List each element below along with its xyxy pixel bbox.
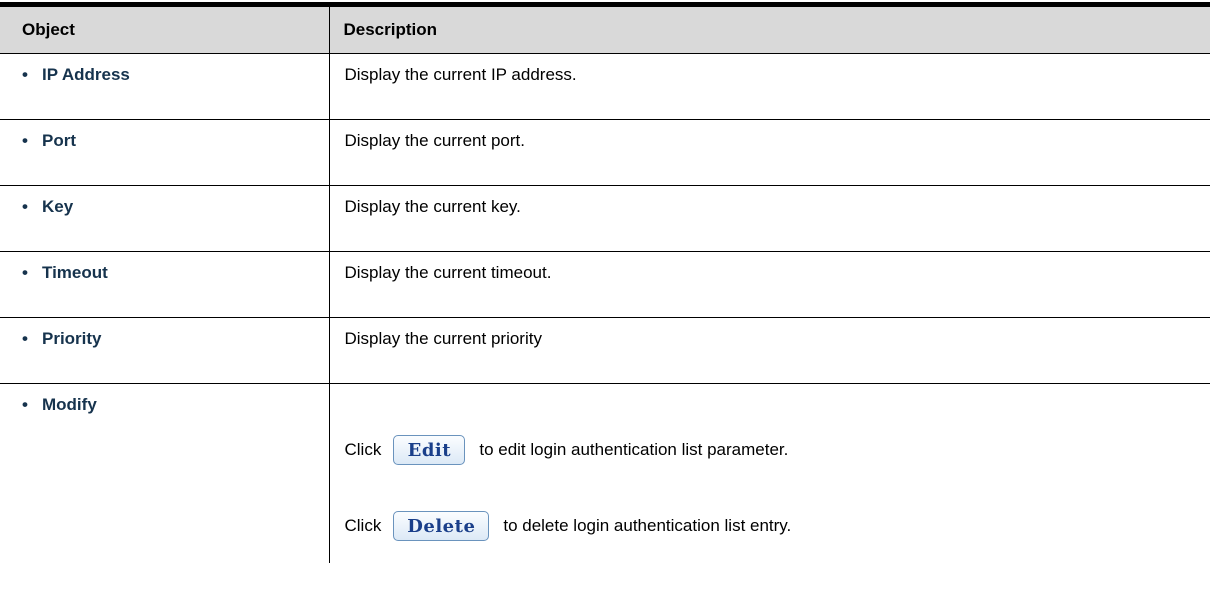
description-cell: Click Edit to edit login authentication … bbox=[328, 383, 1210, 563]
table-row: • Port Display the current port. bbox=[0, 119, 1210, 186]
description-cell: Display the current key. bbox=[328, 185, 1210, 252]
object-label: Key bbox=[42, 197, 74, 216]
description-cell: Display the current IP address. bbox=[328, 53, 1210, 120]
table-row: • Priority Display the current priority bbox=[0, 317, 1210, 384]
table-row-modify: • Modify Click Edit to edit login authent… bbox=[0, 383, 1210, 564]
delete-instruction: Click Delete to delete login authenticat… bbox=[345, 508, 1210, 544]
object-cell: • Key bbox=[0, 185, 329, 252]
header-description: Description bbox=[328, 7, 1210, 54]
bullet-icon: • bbox=[22, 197, 28, 216]
object-label: Timeout bbox=[42, 263, 108, 282]
object-cell: • Priority bbox=[0, 317, 329, 384]
table-row: • Timeout Display the current timeout. bbox=[0, 251, 1210, 318]
object-description-table: Object Description • IP Address Display t… bbox=[0, 7, 1210, 563]
object-cell: • Timeout bbox=[0, 251, 329, 318]
edit-instruction: Click Edit to edit login authentication … bbox=[345, 432, 1210, 468]
bullet-icon: • bbox=[22, 329, 28, 348]
object-label: Priority bbox=[42, 329, 102, 348]
bullet-icon: • bbox=[22, 395, 28, 414]
description-cell: Display the current timeout. bbox=[328, 251, 1210, 318]
object-cell: • IP Address bbox=[0, 53, 329, 120]
document-page: Object Description • IP Address Display t… bbox=[0, 0, 1210, 615]
header-object: Object bbox=[0, 7, 329, 54]
bullet-icon: • bbox=[22, 65, 28, 84]
edit-prefix: Click bbox=[344, 440, 382, 459]
object-cell: • Port bbox=[0, 119, 329, 186]
object-label: Modify bbox=[42, 395, 97, 414]
table-row: • Key Display the current key. bbox=[0, 185, 1210, 252]
edit-button[interactable]: Edit bbox=[393, 435, 466, 465]
description-cell: Display the current port. bbox=[328, 119, 1210, 186]
edit-suffix: to edit login authentication list parame… bbox=[479, 440, 789, 459]
delete-button[interactable]: Delete bbox=[393, 511, 490, 541]
bullet-icon: • bbox=[22, 263, 28, 282]
description-cell: Display the current priority bbox=[328, 317, 1210, 384]
table-header-row: Object Description bbox=[0, 7, 1210, 54]
object-label: IP Address bbox=[42, 65, 130, 84]
delete-prefix: Click bbox=[344, 516, 382, 535]
object-label: Port bbox=[42, 131, 76, 150]
delete-suffix: to delete login authentication list entr… bbox=[503, 516, 792, 535]
bullet-icon: • bbox=[22, 131, 28, 150]
table-row: • IP Address Display the current IP addre… bbox=[0, 53, 1210, 120]
object-cell: • Modify bbox=[0, 384, 329, 564]
